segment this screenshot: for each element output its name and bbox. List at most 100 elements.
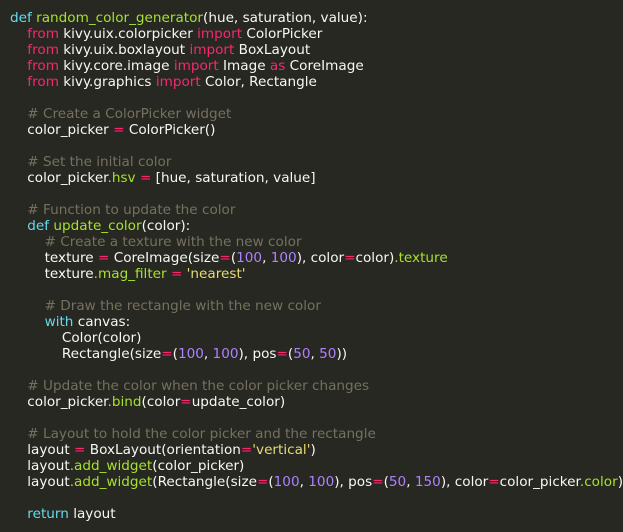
code-token-plain: color_picker — [10, 122, 114, 138]
code-token-plain: (Rectangle(size — [152, 474, 257, 490]
code-editor[interactable]: def random_color_generator(hue, saturati… — [0, 0, 623, 532]
code-token-number: 150 — [414, 474, 441, 490]
code-token-keyword-import: from — [27, 58, 59, 74]
code-line[interactable]: Color(color) — [10, 330, 623, 346]
code-token-number: 100 — [177, 346, 204, 362]
code-token-function: random_color_generator — [36, 10, 204, 26]
code-token-plain: kivy.graphics — [58, 74, 156, 90]
code-line[interactable]: return layout — [10, 506, 623, 522]
code-line[interactable]: def random_color_generator(hue, saturati… — [10, 10, 623, 26]
code-line[interactable]: # Create a ColorPicker widget — [10, 106, 623, 122]
code-token-operator: = — [113, 122, 125, 138]
code-token-number: 100 — [236, 250, 263, 266]
code-token-comment: # Set the initial color — [27, 154, 172, 170]
code-token-keyword-import: from — [27, 42, 59, 58]
code-token-operator: = — [240, 442, 253, 458]
code-line[interactable]: # Function to update the color — [10, 202, 623, 218]
code-token-keyword: def — [10, 10, 32, 26]
code-token-comment: # Layout to hold the color picker and th… — [27, 426, 376, 442]
code-token-keyword: def — [27, 218, 50, 234]
code-line[interactable]: layout.add_widget(color_picker) — [10, 458, 623, 474]
code-token-operator: = — [219, 250, 231, 266]
code-token-function: update_color — [53, 218, 142, 234]
code-token-plain: (hue, saturation, value): — [203, 10, 368, 26]
code-token-number: 50 — [388, 474, 407, 490]
code-token-number: 50 — [293, 346, 311, 362]
code-line[interactable]: def update_color(color): — [10, 218, 623, 234]
code-line[interactable]: # Layout to hold the color picker and th… — [10, 426, 623, 442]
code-line[interactable]: color_picker = ColorPicker() — [10, 122, 623, 138]
code-token-plain: , — [262, 250, 271, 266]
code-token-plain: layout — [10, 474, 70, 490]
code-line[interactable] — [10, 490, 623, 506]
code-token-plain: layout — [10, 458, 70, 474]
code-token-plain: )) — [336, 346, 348, 362]
code-line[interactable] — [10, 90, 623, 106]
code-token-number: 100 — [212, 346, 239, 362]
code-line[interactable]: color_picker.hsv = [hue, saturation, val… — [10, 170, 623, 186]
code-token-plain: texture — [10, 250, 98, 266]
code-token-number: 100 — [270, 250, 297, 266]
code-token-keyword-import: as — [269, 58, 286, 74]
code-line[interactable]: with canvas: — [10, 314, 623, 330]
code-token-plain: layout — [68, 506, 116, 522]
code-token-plain: CoreImage — [285, 58, 364, 74]
code-token-string: 'nearest' — [186, 266, 246, 282]
code-token-attr: .add_widget — [69, 458, 153, 474]
code-token-plain: BoxLayout(orientation — [85, 442, 241, 458]
code-token-attr: .hsv — [107, 170, 136, 186]
code-token-plain: ), color — [440, 474, 489, 490]
code-line[interactable] — [10, 138, 623, 154]
code-token-plain: ), pos — [334, 474, 373, 490]
code-line[interactable] — [10, 282, 623, 298]
code-token-plain: color_picker — [499, 474, 580, 490]
code-line[interactable]: # Create a texture with the new color — [10, 234, 623, 250]
code-line[interactable]: layout = BoxLayout(orientation='vertical… — [10, 442, 623, 458]
code-line[interactable]: texture = CoreImage(size=(100, 100), col… — [10, 250, 623, 266]
code-token-keyword-import: import — [155, 74, 201, 90]
code-token-plain: ) — [310, 442, 316, 458]
code-line[interactable]: from kivy.uix.boxlayout import BoxLayout — [10, 42, 623, 58]
code-line[interactable]: from kivy.core.image import Image as Cor… — [10, 58, 623, 74]
code-line[interactable]: # Update the color when the color picker… — [10, 378, 623, 394]
code-token-plain: update_color) — [191, 394, 286, 410]
code-line[interactable] — [10, 362, 623, 378]
code-line[interactable]: from kivy.graphics import Color, Rectang… — [10, 74, 623, 90]
code-line[interactable]: texture.mag_filter = 'nearest' — [10, 266, 623, 282]
code-token-plain: kivy.uix.colorpicker — [58, 26, 198, 42]
code-token-plain: layout — [10, 442, 75, 458]
code-token-operator: = — [74, 442, 86, 458]
code-line[interactable] — [10, 410, 623, 426]
code-token-plain: )) — [617, 474, 623, 490]
code-token-plain: Color(color) — [10, 330, 142, 346]
code-token-plain: canvas: — [73, 314, 131, 330]
code-line[interactable]: layout.add_widget(Rectangle(size=(100, 1… — [10, 474, 623, 490]
code-token-keyword: with — [44, 314, 74, 330]
code-token-plain: [hue, saturation, value] — [151, 170, 316, 186]
code-token-operator: = — [161, 346, 173, 362]
code-line[interactable]: from kivy.uix.colorpicker import ColorPi… — [10, 26, 623, 42]
code-token-plain: (color_picker) — [152, 458, 245, 474]
code-token-comment: # Update the color when the color picker… — [27, 378, 370, 394]
code-token-plain: Color, Rectangle — [200, 74, 317, 90]
code-token-plain: ), color — [296, 250, 345, 266]
code-line[interactable]: # Draw the rectangle with the new color — [10, 298, 623, 314]
code-line[interactable] — [10, 186, 623, 202]
code-line[interactable]: # Set the initial color — [10, 154, 623, 170]
code-token-plain: texture — [10, 266, 94, 282]
code-token-plain: kivy.core.image — [58, 58, 174, 74]
code-token-number: 100 — [308, 474, 335, 490]
code-line[interactable]: color_picker.bind(color=update_color) — [10, 394, 623, 410]
code-line[interactable]: Rectangle(size=(100, 100), pos=(50, 50)) — [10, 346, 623, 362]
